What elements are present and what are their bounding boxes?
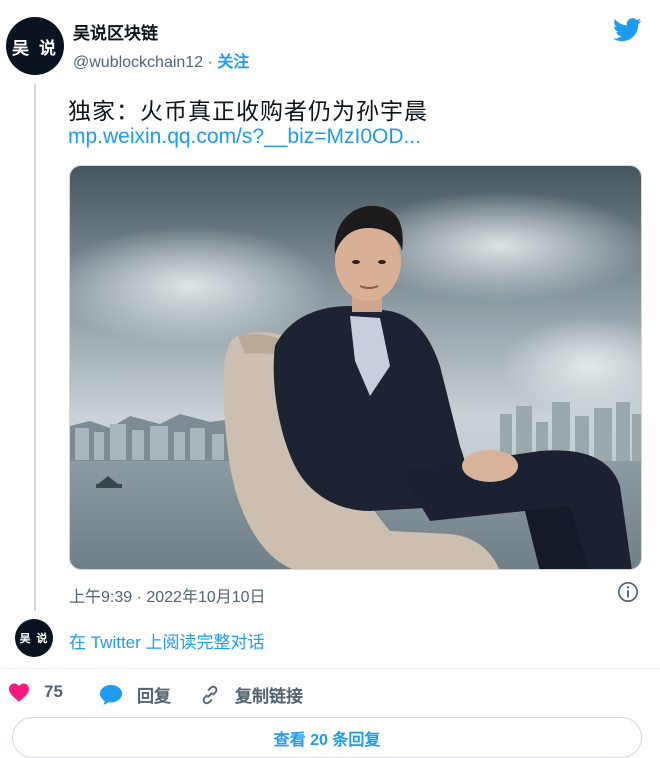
thread-avatar[interactable]: 吴 说: [15, 619, 53, 657]
heart-icon: [9, 683, 29, 702]
reply-label: 回复: [137, 687, 171, 706]
link-icon: [202, 685, 218, 704]
author-avatar[interactable]: 吴 说: [6, 17, 64, 75]
thread-line: [34, 84, 36, 611]
view-replies-button[interactable]: 查看 20 条回复: [12, 717, 642, 758]
tweet-timestamp[interactable]: 上午9:39 · 2022年10月10日: [69, 583, 266, 607]
copy-link-button[interactable]: 复制链接: [199, 682, 303, 707]
reply-button[interactable]: 回复: [99, 682, 171, 707]
like-button[interactable]: 75: [8, 682, 63, 702]
divider: [0, 668, 660, 669]
author-handle[interactable]: @wublockchain12: [73, 54, 203, 71]
tweet-media-photo[interactable]: [69, 165, 642, 570]
author-name[interactable]: 吴说区块链: [73, 19, 158, 44]
media-illustration: [70, 166, 641, 569]
tweet-text: 独家：火币真正收购者仍为孙宇晨: [68, 98, 428, 124]
tweet-link[interactable]: mp.weixin.qq.com/s?__biz=MzI0OD...: [68, 125, 421, 149]
follow-button[interactable]: 关注: [217, 54, 249, 71]
info-icon[interactable]: [617, 581, 639, 603]
author-meta: @wublockchain12 · 关注: [73, 48, 249, 72]
like-count: 75: [44, 682, 63, 701]
twitter-bird-icon[interactable]: [613, 18, 642, 42]
meta-separator: ·: [203, 54, 218, 71]
read-full-conversation-link[interactable]: 在 Twitter 上阅读完整对话: [69, 628, 265, 653]
reply-bubble-icon: [100, 684, 122, 705]
copy-link-label: 复制链接: [235, 687, 303, 706]
